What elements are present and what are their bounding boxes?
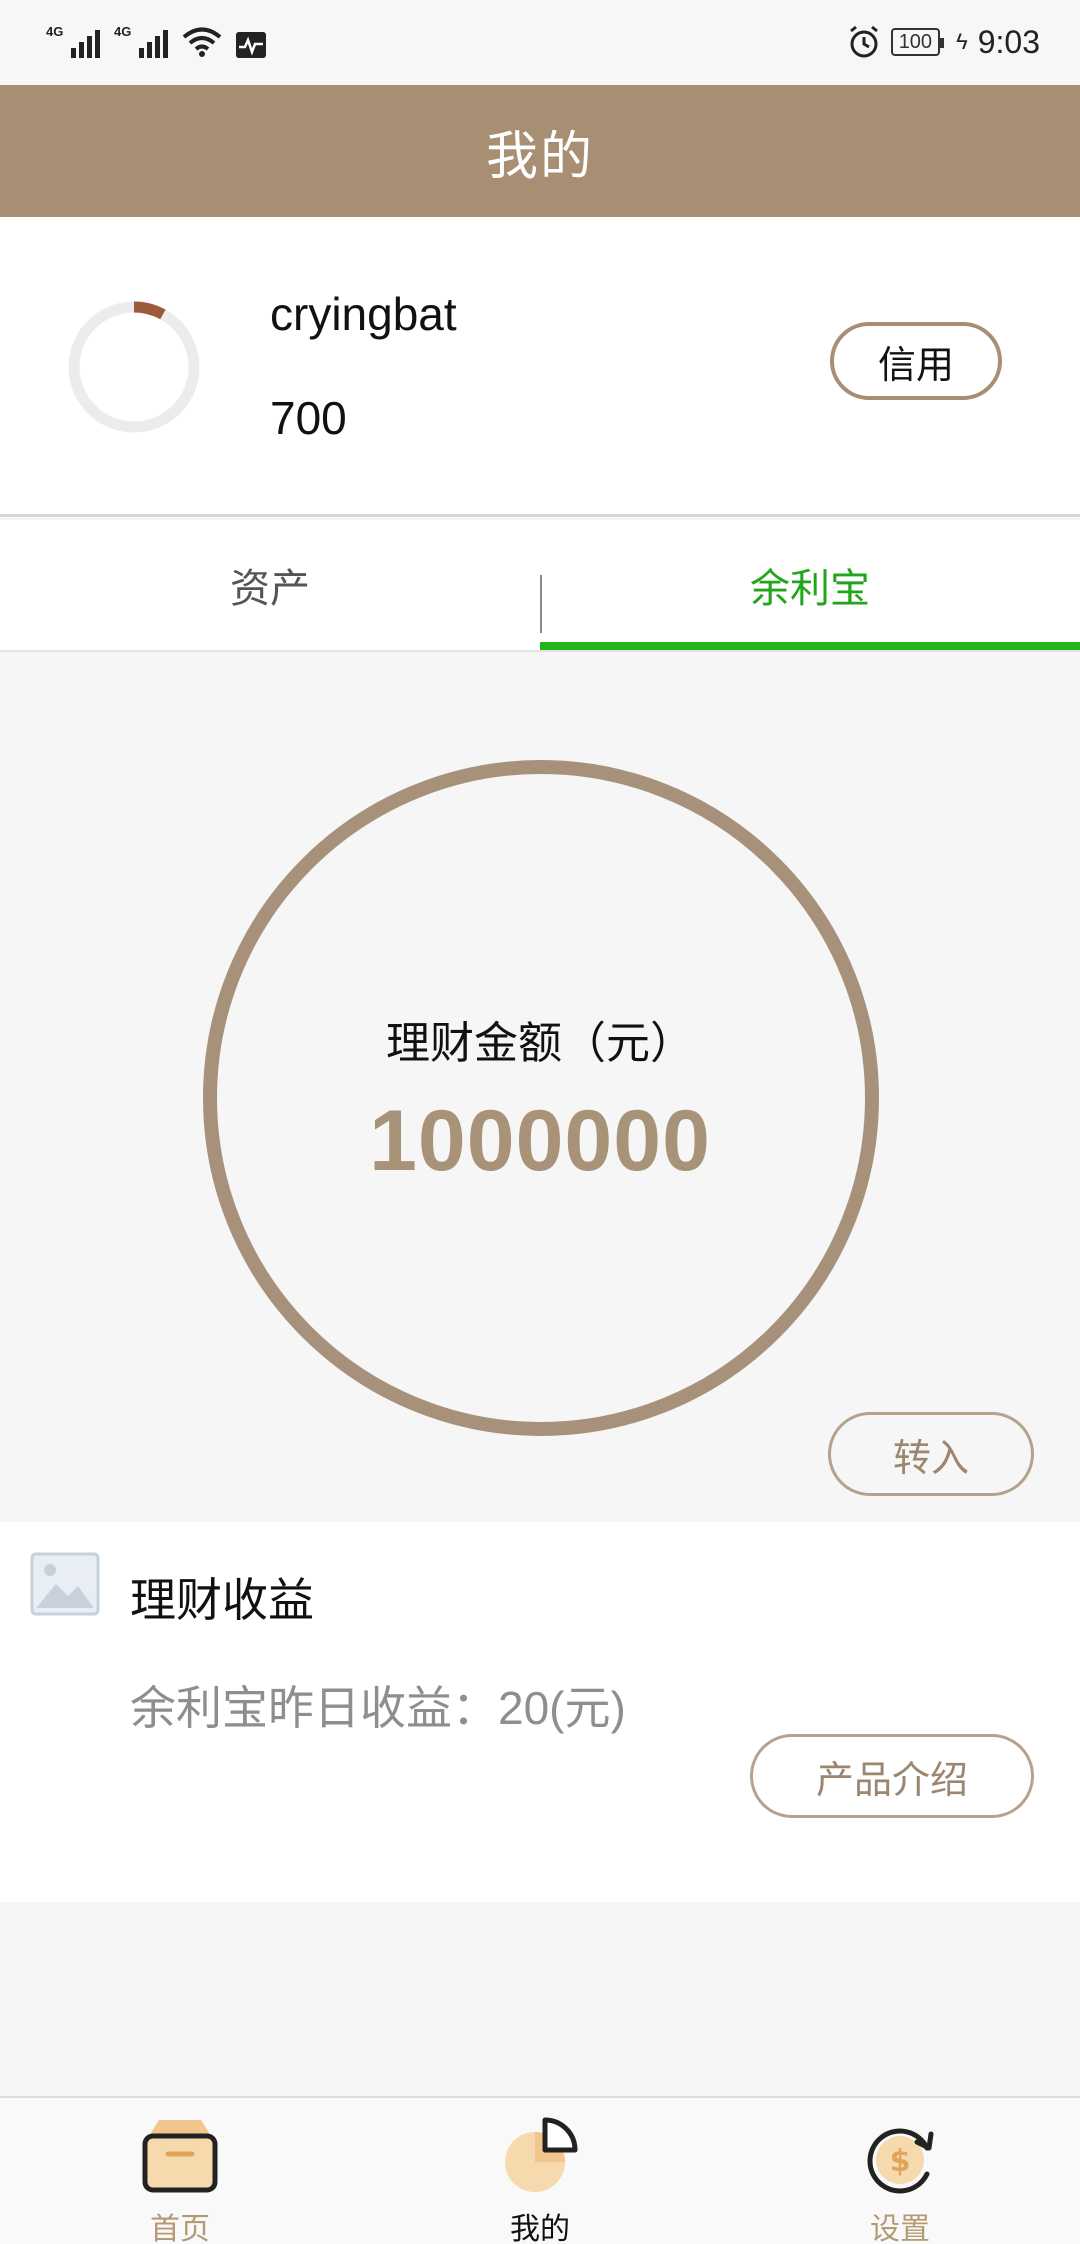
signal-icon: 4G xyxy=(114,24,168,58)
yesterday-earnings: 余利宝昨日收益：20(元) xyxy=(130,1682,626,1734)
status-left: 4G 4G xyxy=(46,22,266,58)
status-time: 9:03 xyxy=(977,23,1040,60)
dollar-refresh-icon: $ xyxy=(867,2128,934,2194)
tab-yulibao[interactable]: 余利宝 xyxy=(540,520,1080,650)
amount-label: 理财金额（元） xyxy=(386,1019,694,1068)
tab-divider xyxy=(540,575,542,633)
earnings-title: 理财收益 xyxy=(130,1574,314,1626)
transfer-in-button[interactable]: 转入 xyxy=(828,1412,1034,1496)
page-header: 我的 xyxy=(0,85,1080,217)
status-right: 100 ϟ 9:03 xyxy=(847,20,1040,64)
nav-item-settings[interactable]: $ 设置 xyxy=(800,2098,1000,2244)
home-box-icon xyxy=(142,2120,218,2193)
alarm-icon xyxy=(849,25,878,58)
product-intro-button[interactable]: 产品介绍 xyxy=(750,1734,1034,1818)
username: cryingbat xyxy=(270,288,457,340)
tab-assets[interactable]: 资产 xyxy=(0,520,540,650)
signal-icon: 4G xyxy=(46,24,100,58)
nav-item-home[interactable]: 首页 xyxy=(80,2098,280,2244)
profile-card: cryingbat 700 信用 xyxy=(0,217,1080,517)
image-placeholder-icon xyxy=(30,1552,100,1616)
credit-score: 700 xyxy=(270,392,347,444)
amount-value: 1000000 xyxy=(369,1093,711,1189)
nav-item-mine[interactable]: 我的 xyxy=(440,2098,640,2244)
credit-ring-icon xyxy=(68,301,200,433)
battery-icon: 100 xyxy=(890,28,945,56)
nav-label-mine: 我的 xyxy=(510,2213,570,2244)
nav-label-home: 首页 xyxy=(150,2213,210,2244)
nav-label-settings: 设置 xyxy=(870,2213,930,2244)
earnings-card: 理财收益 余利宝昨日收益：20(元) 产品介绍 xyxy=(0,1522,1080,1902)
page-title: 我的 xyxy=(485,127,594,186)
bottom-nav: 首页 我的 $ 设置 xyxy=(0,2096,1080,2244)
svg-text:$: $ xyxy=(890,2144,911,2179)
wifi-icon xyxy=(182,27,222,57)
charging-icon: ϟ xyxy=(956,29,968,54)
balance-section: 理财金额（元） 1000000 转入 xyxy=(0,652,1080,1522)
activity-icon xyxy=(236,32,266,58)
pie-chart-icon xyxy=(505,2117,578,2192)
network-type-label: 4G xyxy=(114,24,132,39)
battery-level: 100 xyxy=(898,30,933,53)
status-bar: 4G 4G 100 ϟ 9:03 xyxy=(0,0,1080,85)
network-type-label: 4G xyxy=(46,24,64,39)
tab-bar: 资产 余利宝 xyxy=(0,520,1080,650)
credit-button[interactable]: 信用 xyxy=(830,322,1002,400)
